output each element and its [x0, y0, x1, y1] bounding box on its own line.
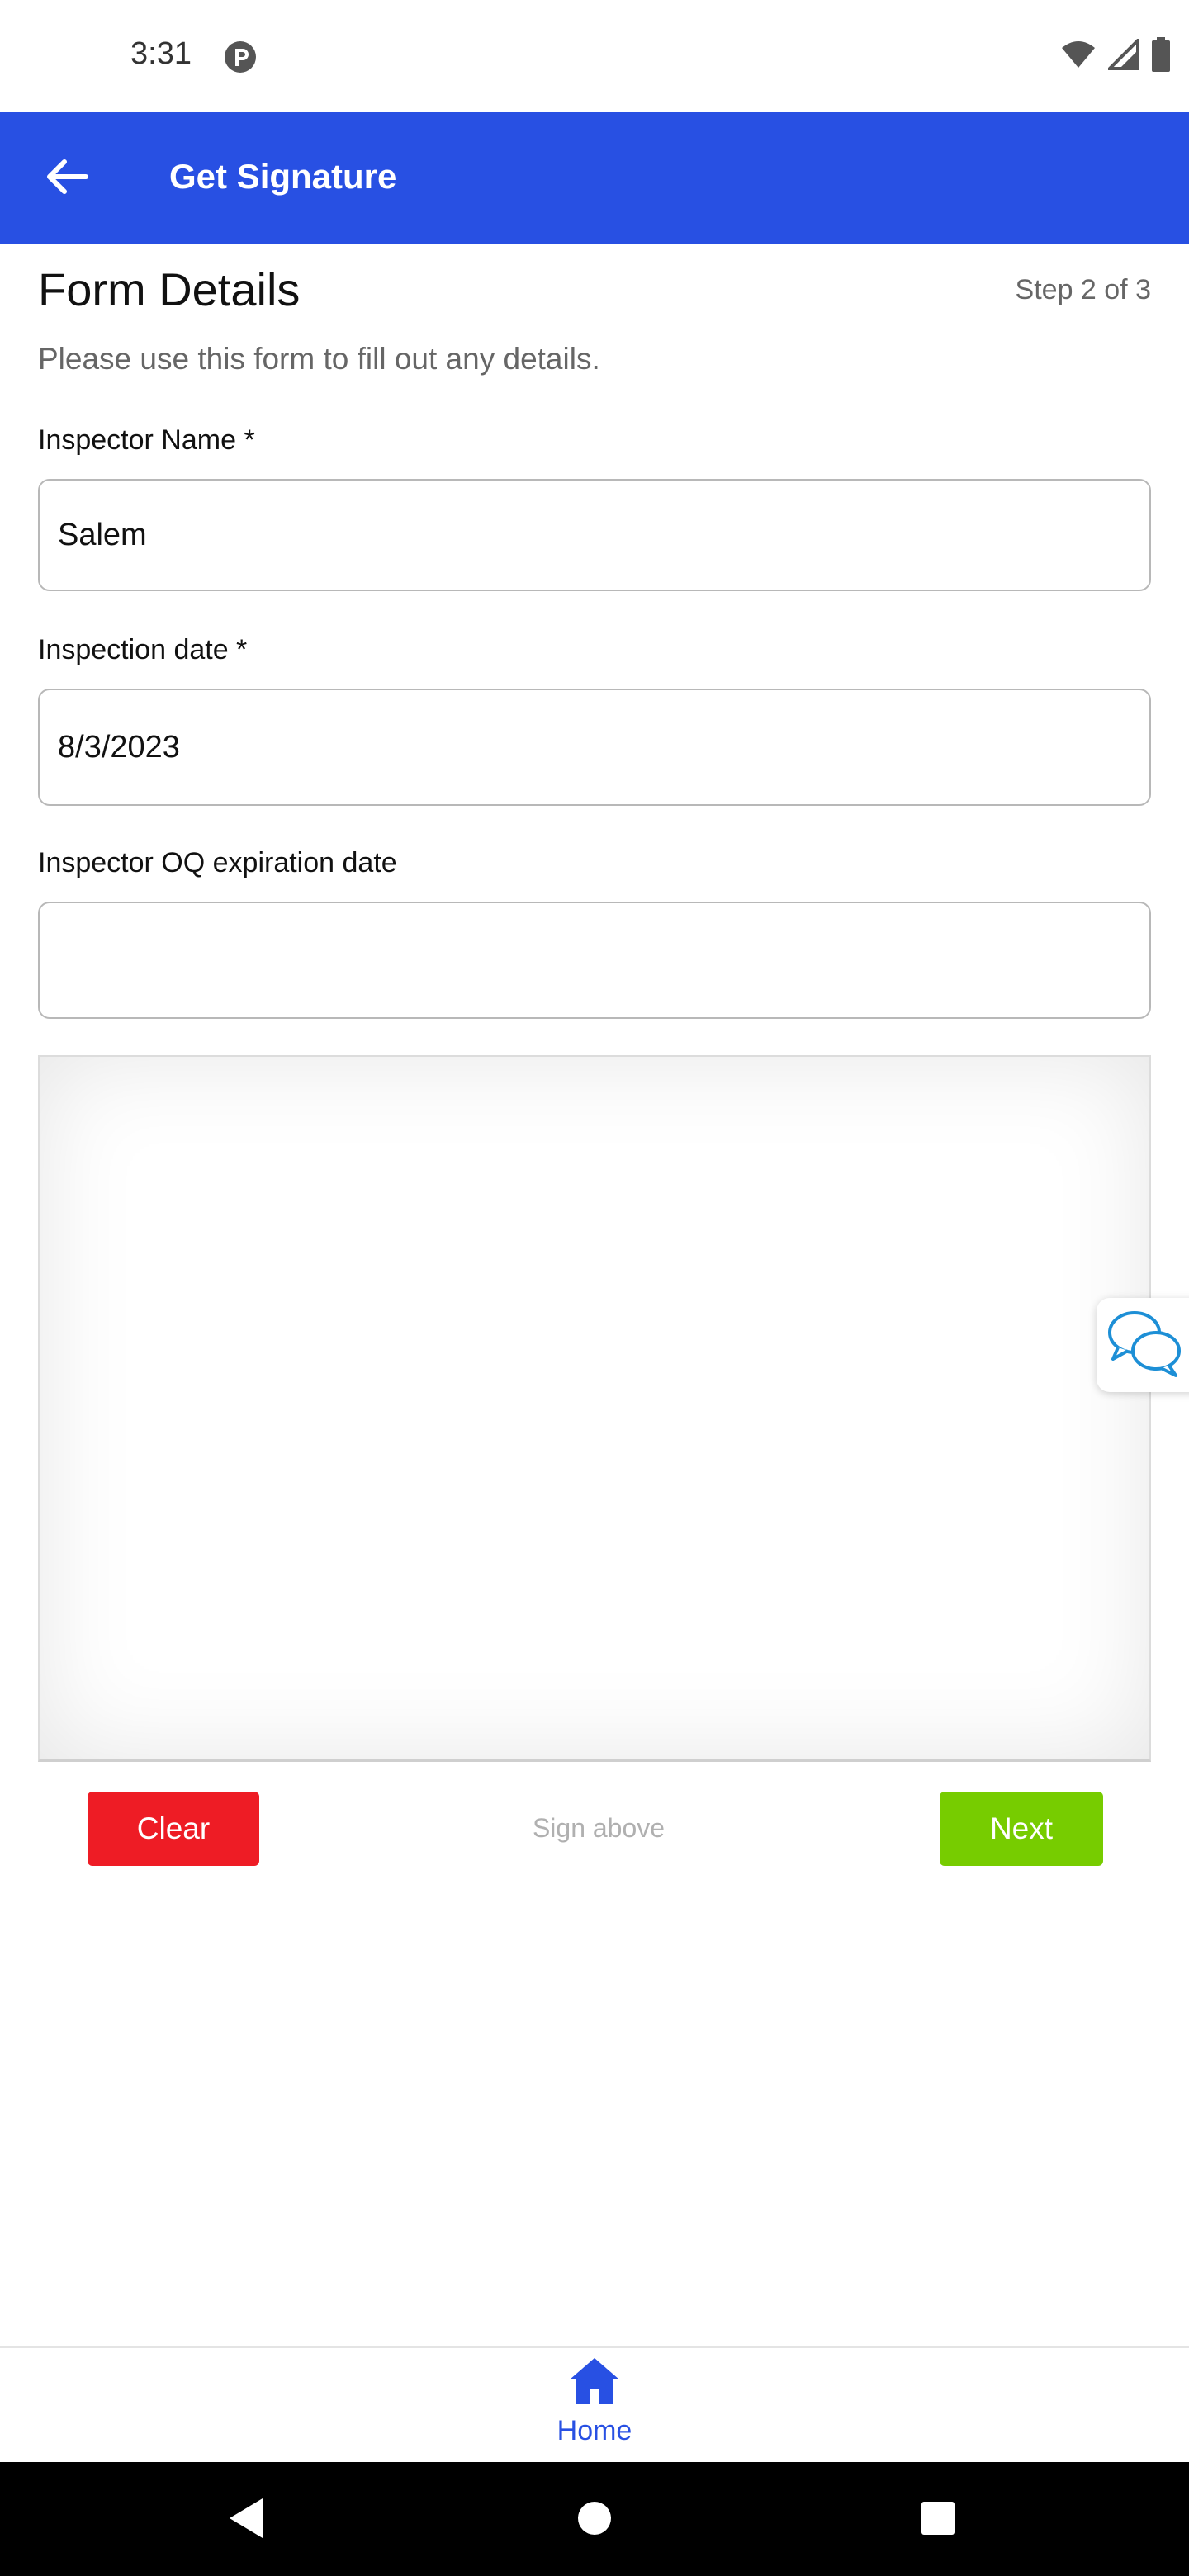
oq-expiration-date-label: Inspector OQ expiration date: [38, 847, 397, 878]
sign-above-hint: Sign above: [532, 1813, 666, 1843]
inspection-date-input[interactable]: [38, 689, 1151, 806]
inspector-name-label: Inspector Name *: [38, 424, 255, 456]
oq-expiration-date-input[interactable]: [38, 902, 1151, 1019]
next-button[interactable]: Next: [940, 1792, 1103, 1866]
chat-bubbles-icon: [1106, 1308, 1182, 1383]
bottom-navigation: Home: [0, 2346, 1189, 2462]
home-icon: [568, 2356, 621, 2410]
system-navigation-bar: [0, 2462, 1189, 2576]
nav-item-home[interactable]: Home: [512, 2356, 677, 2460]
cellular-signal-icon: [1106, 36, 1139, 74]
home-circle-icon: [576, 2500, 613, 2540]
inspection-date-label: Inspection date *: [38, 634, 248, 665]
signature-pad[interactable]: [38, 1055, 1151, 1762]
app-bar: Get Signature: [0, 112, 1189, 244]
chat-button[interactable]: [1097, 1298, 1189, 1392]
status-bar: 3:31: [0, 0, 1189, 112]
system-back-button[interactable]: [216, 2490, 276, 2550]
wifi-icon: [1060, 40, 1097, 73]
arrow-left-icon: [45, 159, 88, 199]
step-indicator: Step 2 of 3: [1015, 274, 1151, 305]
page-title: Get Signature: [169, 157, 397, 196]
system-home-button[interactable]: [565, 2490, 624, 2550]
inspector-name-input[interactable]: [38, 479, 1151, 591]
back-button[interactable]: [33, 145, 99, 211]
nav-item-home-label: Home: [557, 2415, 632, 2446]
form-title: Form Details: [38, 263, 301, 315]
battery-icon: [1151, 36, 1171, 76]
status-time: 3:31: [130, 36, 192, 71]
form-description: Please use this form to fill out any det…: [38, 342, 600, 376]
recents-square-icon: [920, 2500, 956, 2540]
app-notification-icon: [223, 40, 258, 74]
back-triangle-icon: [226, 2497, 266, 2544]
clear-button[interactable]: Clear: [88, 1792, 259, 1866]
system-recents-button[interactable]: [908, 2490, 968, 2550]
